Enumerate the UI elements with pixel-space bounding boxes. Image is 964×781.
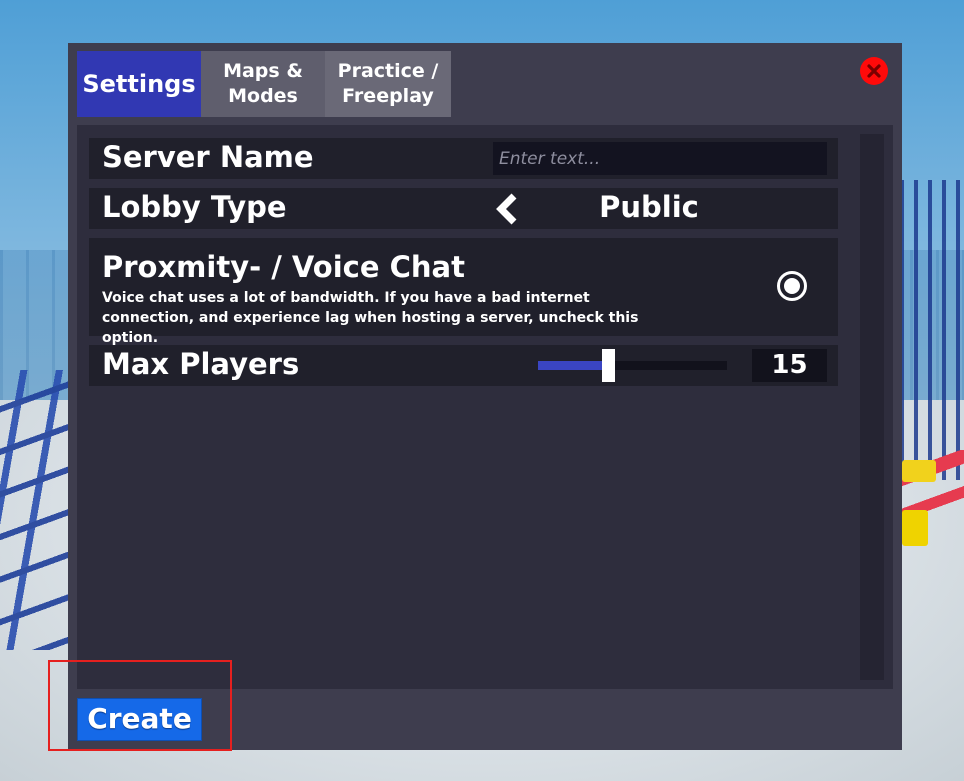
- tab-settings-label: Settings: [82, 69, 196, 98]
- tab-bar: Settings Maps & Modes Practice / Freepla…: [77, 51, 451, 117]
- close-x-icon: [867, 64, 881, 78]
- background-yellow-block: [902, 460, 936, 482]
- voice-chat-title: Proxmity- / Voice Chat: [102, 250, 465, 284]
- background-ladder: [0, 370, 75, 650]
- server-name-row: Server Name: [89, 138, 838, 179]
- server-name-input[interactable]: [493, 142, 827, 175]
- chevron-left-icon[interactable]: [494, 193, 520, 225]
- background-rails: [900, 180, 964, 480]
- lobby-type-label: Lobby Type: [102, 190, 287, 224]
- max-players-slider-handle[interactable]: [602, 349, 615, 382]
- voice-chat-toggle[interactable]: [776, 270, 808, 302]
- server-settings-dialog: Settings Maps & Modes Practice / Freepla…: [68, 43, 902, 750]
- settings-panel: Server Name Lobby Type Public Proxmity- …: [77, 125, 893, 689]
- tab-maps-modes-label: Maps & Modes: [223, 60, 303, 107]
- tab-practice-freeplay[interactable]: Practice / Freeplay: [325, 51, 451, 117]
- max-players-slider[interactable]: [538, 349, 727, 382]
- lobby-type-value: Public: [599, 190, 699, 224]
- tab-maps-modes[interactable]: Maps & Modes: [201, 51, 325, 117]
- voice-chat-description: Voice chat uses a lot of bandwidth. If y…: [102, 290, 639, 346]
- background-yellow-block-2: [902, 510, 928, 546]
- settings-scrollbar[interactable]: [860, 134, 884, 680]
- max-players-value[interactable]: 15: [752, 349, 827, 382]
- max-players-row: Max Players 15: [89, 345, 838, 386]
- tab-settings[interactable]: Settings: [77, 51, 201, 117]
- max-players-slider-fill: [538, 361, 608, 370]
- close-button[interactable]: [860, 57, 888, 85]
- voice-chat-row: Proxmity- / Voice Chat Voice chat uses a…: [89, 238, 838, 346]
- max-players-label: Max Players: [102, 347, 300, 381]
- lobby-type-row: Lobby Type Public: [89, 188, 838, 229]
- tab-practice-freeplay-label: Practice / Freeplay: [337, 60, 439, 107]
- highlight-box: [48, 660, 232, 751]
- server-name-label: Server Name: [102, 140, 314, 174]
